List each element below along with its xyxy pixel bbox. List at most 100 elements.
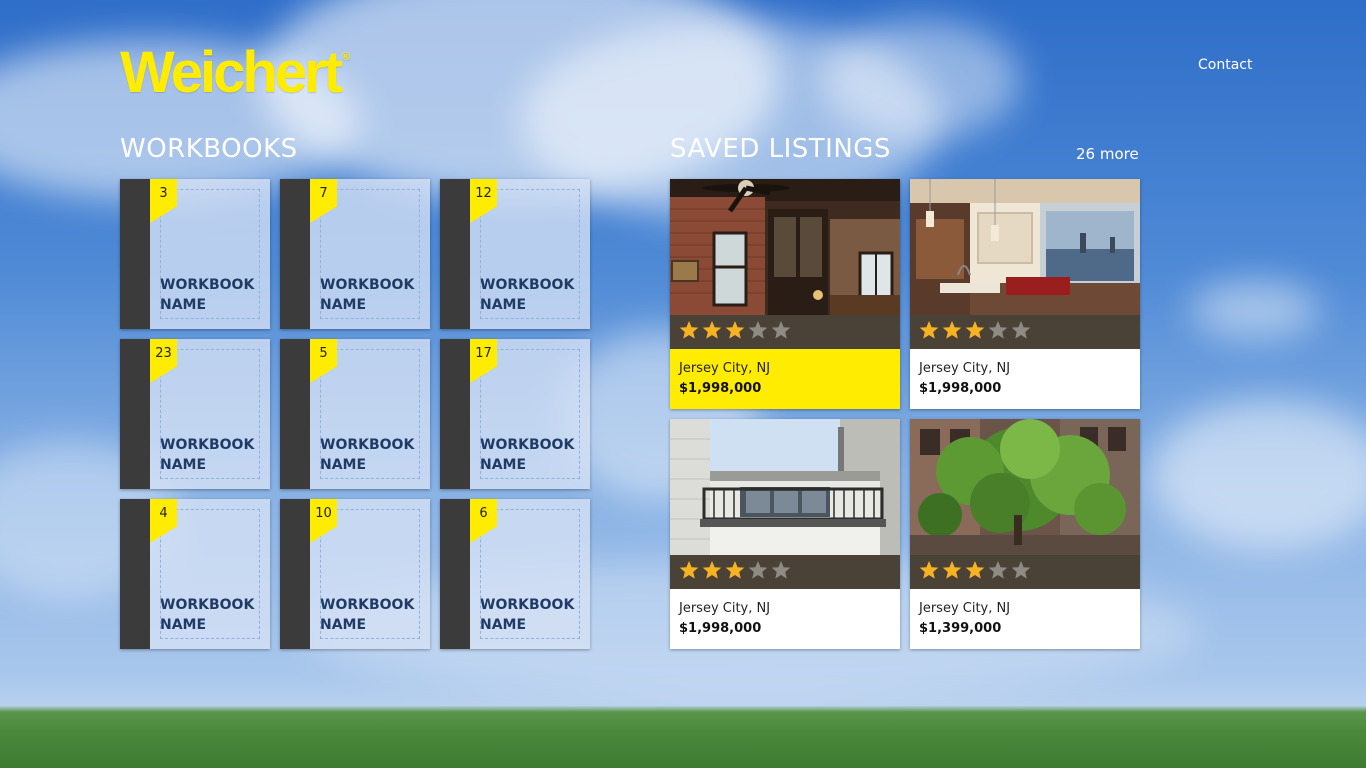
rating-bar — [910, 315, 1140, 349]
workbook-tile[interactable]: 12 WORKBOOK NAME — [440, 179, 590, 329]
star-rating — [919, 320, 1034, 344]
listing-photo — [670, 179, 900, 315]
workbook-name-line2: NAME — [480, 297, 527, 313]
workbook-name-line2: NAME — [480, 457, 527, 473]
listing-city: Jersey City, NJ — [679, 601, 771, 616]
listing-price: $1,998,000 — [679, 381, 762, 396]
workbook-name-line2: NAME — [160, 297, 207, 313]
star-rating — [679, 320, 794, 344]
workbook-name-line2: NAME — [480, 617, 527, 633]
workbook-name-line2: NAME — [160, 617, 207, 633]
listing-info: Jersey City, NJ $1,399,000 — [910, 589, 1140, 649]
listing-price: $1,399,000 — [919, 621, 1002, 636]
workbook-name: WORKBOOK NAME — [480, 435, 580, 475]
star-filled-icon — [679, 320, 699, 340]
workbook-name-line2: NAME — [320, 617, 367, 633]
workbook-name-line1: WORKBOOK — [480, 277, 575, 293]
workbook-count: 17 — [475, 346, 492, 361]
star-empty-icon — [1011, 320, 1031, 340]
workbook-name-line1: WORKBOOK — [160, 597, 255, 613]
workbook-name-line1: WORKBOOK — [320, 277, 415, 293]
listing-photo — [910, 419, 1140, 555]
listing-city: Jersey City, NJ — [919, 601, 1011, 616]
workbook-tile[interactable]: 7 WORKBOOK NAME — [280, 179, 430, 329]
star-filled-icon — [919, 320, 939, 340]
grass-ground — [0, 706, 1366, 768]
workbook-spine — [120, 499, 150, 649]
workbook-count: 12 — [475, 186, 492, 201]
workbook-name: WORKBOOK NAME — [320, 435, 420, 475]
workbook-name: WORKBOOK NAME — [480, 275, 580, 315]
contact-link[interactable]: Contact — [1198, 57, 1252, 73]
listing-price: $1,998,000 — [919, 381, 1002, 396]
workbook-spine — [440, 499, 470, 649]
registered-mark: ® — [341, 51, 351, 63]
listing-card[interactable]: Jersey City, NJ $1,998,000 — [910, 179, 1140, 409]
star-empty-icon — [771, 560, 791, 580]
star-rating — [679, 560, 794, 584]
workbook-count: 5 — [319, 346, 328, 361]
workbook-name-line1: WORKBOOK — [320, 597, 415, 613]
saved-listings-title: SAVED LISTINGS — [670, 134, 891, 164]
workbook-name: WORKBOOK NAME — [160, 595, 260, 635]
workbook-tile[interactable]: 5 WORKBOOK NAME — [280, 339, 430, 489]
star-filled-icon — [942, 320, 962, 340]
workbook-tile[interactable]: 4 WORKBOOK NAME — [120, 499, 270, 649]
listing-info: Jersey City, NJ $1,998,000 — [910, 349, 1140, 409]
workbook-spine — [120, 179, 150, 329]
listing-photo — [910, 179, 1140, 315]
workbook-count: 7 — [319, 186, 328, 201]
listing-card[interactable]: Jersey City, NJ $1,998,000 — [670, 419, 900, 649]
star-empty-icon — [748, 560, 768, 580]
workbook-tile[interactable]: 10 WORKBOOK NAME — [280, 499, 430, 649]
star-filled-icon — [725, 320, 745, 340]
saved-listings-grid: Jersey City, NJ $1,998,000 Jersey City, … — [670, 179, 1140, 649]
workbook-spine — [440, 179, 470, 329]
workbook-tile[interactable]: 23 WORKBOOK NAME — [120, 339, 270, 489]
workbook-spine — [440, 339, 470, 489]
star-empty-icon — [771, 320, 791, 340]
listing-city: Jersey City, NJ — [919, 361, 1011, 376]
rating-bar — [910, 555, 1140, 589]
workbook-count: 4 — [159, 506, 168, 521]
star-empty-icon — [748, 320, 768, 340]
workbook-count: 23 — [155, 346, 172, 361]
star-empty-icon — [988, 320, 1008, 340]
workbook-tile[interactable]: 3 WORKBOOK NAME — [120, 179, 270, 329]
star-filled-icon — [679, 560, 699, 580]
workbook-spine — [280, 179, 310, 329]
listing-info: Jersey City, NJ $1,998,000 — [670, 589, 900, 649]
star-filled-icon — [919, 560, 939, 580]
workbook-name: WORKBOOK NAME — [320, 595, 420, 635]
workbook-tile[interactable]: 6 WORKBOOK NAME — [440, 499, 590, 649]
star-filled-icon — [725, 560, 745, 580]
workbook-name: WORKBOOK NAME — [320, 275, 420, 315]
rating-bar — [670, 555, 900, 589]
star-filled-icon — [942, 560, 962, 580]
more-listings-link[interactable]: 26 more — [1076, 145, 1139, 163]
rating-bar — [670, 315, 900, 349]
workbooks-title: WORKBOOKS — [120, 134, 298, 164]
listing-city: Jersey City, NJ — [679, 361, 771, 376]
star-rating — [919, 560, 1034, 584]
workbook-name-line1: WORKBOOK — [480, 437, 575, 453]
workbook-tile[interactable]: 17 WORKBOOK NAME — [440, 339, 590, 489]
star-filled-icon — [702, 320, 722, 340]
logo-text: Weichert — [120, 40, 343, 105]
workbook-spine — [120, 339, 150, 489]
workbook-name-line2: NAME — [160, 457, 207, 473]
listing-card[interactable]: Jersey City, NJ $1,998,000 — [670, 179, 900, 409]
listing-info: Jersey City, NJ $1,998,000 — [670, 349, 900, 409]
star-empty-icon — [988, 560, 1008, 580]
workbook-name-line1: WORKBOOK — [160, 437, 255, 453]
workbook-name: WORKBOOK NAME — [160, 275, 260, 315]
workbook-spine — [280, 499, 310, 649]
listing-photo — [670, 419, 900, 555]
workbook-name-line2: NAME — [320, 457, 367, 473]
workbook-name-line2: NAME — [320, 297, 367, 313]
listing-card[interactable]: Jersey City, NJ $1,399,000 — [910, 419, 1140, 649]
weichert-logo[interactable]: Weichert ® — [120, 44, 351, 102]
workbook-count: 6 — [479, 506, 488, 521]
listing-price: $1,998,000 — [679, 621, 762, 636]
workbook-spine — [280, 339, 310, 489]
